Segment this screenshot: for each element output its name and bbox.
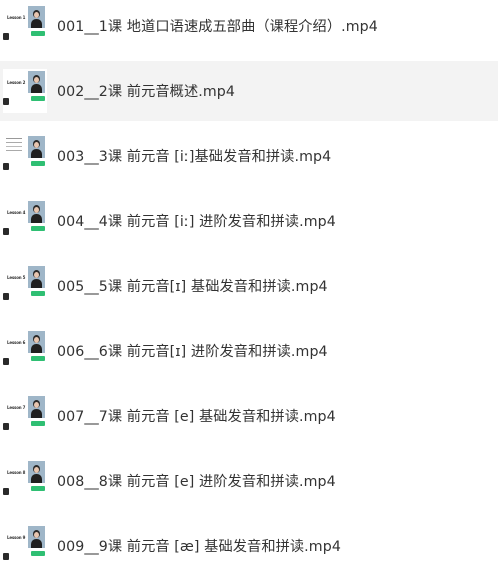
file-row-005[interactable]: Lesson 5 005__5课 前元音[ɪ] 基础发音和拼读.mp4 [0, 256, 498, 316]
file-list: Lesson 1 001__1课 地道口语速成五部曲（课程介绍）.mp4 Les… [0, 0, 498, 561]
thumbnail-lesson-tag: Lesson 5 [7, 275, 26, 280]
file-row-006[interactable]: Lesson 6 006__6课 前元音[ɪ] 进阶发音和拼读.mp4 [0, 321, 498, 381]
video-thumbnail-icon: Lesson 4 [3, 199, 47, 243]
file-name: 006__6课 前元音[ɪ] 进阶发音和拼读.mp4 [57, 344, 328, 360]
file-row-009[interactable]: Lesson 9 009__9课 前元音 [æ] 基础发音和拼读.mp4 [0, 516, 498, 561]
thumbnail-lesson-tag: Lesson 4 [7, 210, 26, 215]
video-thumbnail-icon: Lesson 1 [3, 4, 47, 48]
thumbnail-lesson-tag: Lesson 7 [7, 405, 26, 410]
video-thumbnail-icon: Lesson 7 [3, 394, 47, 438]
file-name: 002__2课 前元音概述.mp4 [57, 84, 235, 100]
file-name: 008__8课 前元音 [e] 进阶发音和拼读.mp4 [57, 474, 336, 490]
file-row-003[interactable]: 003__3课 前元音 [iː]基础发音和拼读.mp4 [0, 126, 498, 186]
file-name: 009__9课 前元音 [æ] 基础发音和拼读.mp4 [57, 539, 341, 555]
file-name: 003__3课 前元音 [iː]基础发音和拼读.mp4 [57, 149, 332, 165]
file-row-008[interactable]: Lesson 8 008__8课 前元音 [e] 进阶发音和拼读.mp4 [0, 451, 498, 511]
thumbnail-lesson-tag: Lesson 1 [7, 15, 26, 20]
file-row-002[interactable]: Lesson 2 002__2课 前元音概述.mp4 [0, 61, 498, 121]
video-thumbnail-icon: Lesson 9 [3, 524, 47, 561]
thumbnail-lesson-tag: Lesson 2 [7, 80, 26, 85]
file-name: 004__4课 前元音 [iː] 进阶发音和拼读.mp4 [57, 214, 336, 230]
thumbnail-lesson-tag: Lesson 8 [7, 470, 26, 475]
video-thumbnail-icon: Lesson 8 [3, 459, 47, 503]
video-thumbnail-icon: Lesson 5 [3, 264, 47, 308]
thumbnail-lesson-tag: Lesson 6 [7, 340, 26, 345]
video-thumbnail-icon [3, 134, 47, 178]
file-row-004[interactable]: Lesson 4 004__4课 前元音 [iː] 进阶发音和拼读.mp4 [0, 191, 498, 251]
file-name: 005__5课 前元音[ɪ] 基础发音和拼读.mp4 [57, 279, 328, 295]
video-thumbnail-icon: Lesson 6 [3, 329, 47, 373]
file-name: 001__1课 地道口语速成五部曲（课程介绍）.mp4 [57, 19, 378, 35]
file-row-007[interactable]: Lesson 7 007__7课 前元音 [e] 基础发音和拼读.mp4 [0, 386, 498, 446]
file-name: 007__7课 前元音 [e] 基础发音和拼读.mp4 [57, 409, 336, 425]
file-row-001[interactable]: Lesson 1 001__1课 地道口语速成五部曲（课程介绍）.mp4 [0, 0, 498, 56]
thumbnail-lesson-tag: Lesson 9 [7, 535, 26, 540]
video-thumbnail-icon: Lesson 2 [3, 69, 47, 113]
